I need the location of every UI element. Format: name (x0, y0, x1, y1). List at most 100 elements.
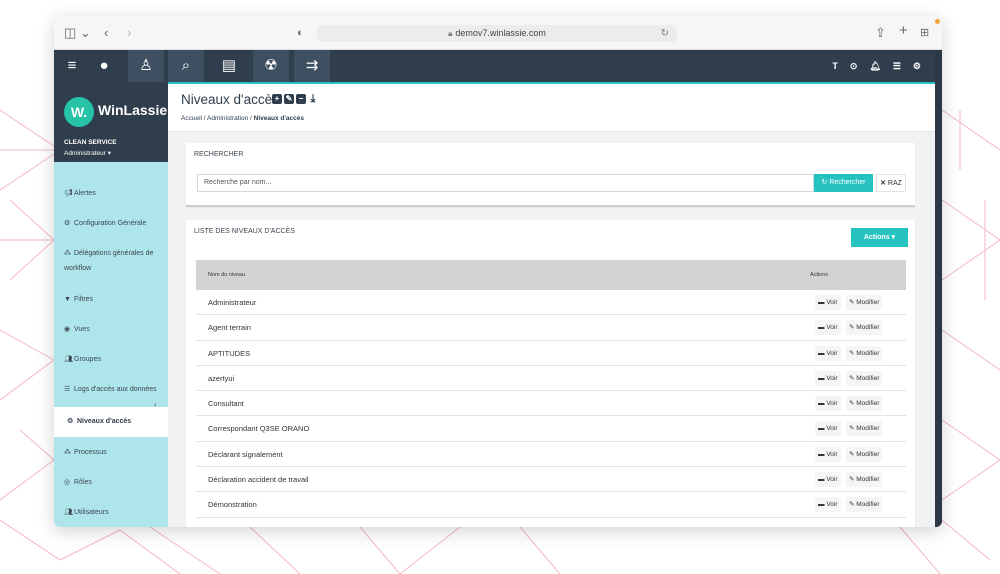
list-icon[interactable]: ☰ (893, 61, 901, 72)
edit-button[interactable]: ✎ Modifier (846, 320, 883, 336)
search-input[interactable]: Recherche par nom... (197, 174, 814, 192)
address-bar[interactable]: 🔒︎ demov7.winlassie.com ↻ (317, 25, 677, 42)
sidebar-item-roles[interactable]: ◎ Rôles (54, 475, 168, 490)
row-name: Déclaration accident de travail (208, 475, 309, 485)
view-button[interactable]: ▬ Voir (815, 472, 841, 488)
view-button[interactable]: ▬ Voir (815, 370, 841, 386)
view-button[interactable]: ▬ Voir (815, 345, 841, 361)
certificate-icon[interactable]: ▤ (211, 50, 247, 82)
sidebar-item-vues[interactable]: ◉ Vues (54, 322, 168, 337)
page-header: Niveaux d'accès + ✎ − ⤓ Accueil / Admini… (168, 84, 935, 132)
gear-icon[interactable]: ⚙ (913, 61, 921, 72)
list-panel-title: LISTE DES NIVEAUX D'ACCÈS (194, 228, 295, 235)
shield-icon[interactable]: ◐ (297, 25, 304, 41)
search-button-label: Rechercher (829, 179, 866, 186)
edit-button[interactable]: ✎ Modifier (846, 472, 883, 488)
forward-icon[interactable]: › (127, 25, 131, 41)
sidebar-item-configuration[interactable]: ⚙ Configuration Générale (54, 216, 168, 231)
workflow-icon[interactable]: ⇉ (294, 50, 330, 82)
view-button[interactable]: ▬ Voir (815, 497, 841, 513)
back-icon[interactable]: ‹ (104, 25, 108, 41)
view-button[interactable]: ▬ Voir (815, 421, 841, 437)
sidebar-item-processus[interactable]: ⁂ Processus (54, 445, 168, 460)
share-icon[interactable]: ⇪ (875, 25, 886, 41)
tab-overview-icon[interactable]: ⊞ (920, 25, 929, 41)
edit-label: Modifier (856, 324, 880, 332)
filter-icon: ▼ (64, 296, 71, 303)
user-circle-icon: ◎ (64, 479, 71, 486)
sidebar-item-label: Processus (74, 449, 107, 456)
edit-button[interactable]: ✎ Modifier (846, 446, 883, 462)
edit-button[interactable]: ✎ Modifier (846, 497, 883, 513)
reset-button[interactable]: ✕ RAZ (876, 174, 906, 192)
pencil-icon: ✎ (849, 400, 855, 408)
folder-icon: ▬ (818, 349, 825, 357)
eye-icon: ◉ (64, 326, 71, 333)
sidebar-item-logs[interactable]: ☰ Logs d'accès aux données (54, 382, 168, 397)
search-button[interactable]: ↻ Rechercher (814, 174, 873, 192)
folder-icon: ▬ (818, 324, 825, 332)
sidebar-item-label: Utilisateurs (74, 509, 109, 516)
menu-icon[interactable]: ≡ (54, 50, 90, 82)
font-icon[interactable]: T (832, 61, 838, 71)
edit-button[interactable]: ✎ Modifier (846, 370, 883, 386)
row-name: Consultant (208, 399, 244, 409)
view-label: Voir (826, 501, 838, 509)
folder-icon: ▬ (818, 476, 825, 484)
browser-toolbar: ◫ ⌄ ‹ › ◐ 🔒︎ demov7.winlassie.com ↻ ⇪ + ⊞ (54, 16, 942, 50)
sidebar-item-label: Vues (74, 326, 90, 333)
view-button[interactable]: ▬ Voir (815, 320, 841, 336)
pencil-icon: ✎ (849, 450, 855, 458)
sidebar-toggle-icon[interactable]: ◫ ⌄ (64, 25, 91, 41)
role-dropdown[interactable]: Administrateur ▾ (64, 149, 111, 157)
sidebar-item-utilisateurs[interactable]: 👥︎Utilisateurs (54, 505, 168, 520)
search-analysis-icon[interactable]: ⌕ (168, 50, 204, 82)
edit-icon[interactable]: ✎ (284, 94, 294, 104)
reload-icon[interactable]: ↻ (661, 25, 669, 42)
radiation-icon[interactable]: ☢ (253, 50, 289, 82)
remove-icon[interactable]: − (296, 94, 306, 104)
breadcrumb-section[interactable]: Administration (207, 115, 248, 122)
company-name: CLEAN SERVICE (64, 139, 117, 146)
add-icon[interactable]: + (272, 94, 282, 104)
view-button[interactable]: ▬ Voir (815, 446, 841, 462)
scrollbar[interactable] (935, 50, 942, 527)
edit-label: Modifier (856, 425, 880, 433)
actions-dropdown-button[interactable]: Actions ▾ (851, 228, 908, 247)
edit-button[interactable]: ✎ Modifier (846, 295, 883, 310)
sidebar-item-delegations[interactable]: ⁂ Délégations générales de workflow (54, 246, 162, 276)
breadcrumb-home[interactable]: Accueil (181, 115, 202, 122)
sidebar-item-groupes[interactable]: 👥︎Groupes (54, 352, 168, 367)
edit-button[interactable]: ✎ Modifier (846, 345, 883, 361)
new-tab-icon[interactable]: + (899, 23, 908, 39)
view-button[interactable]: ▬ Voir (815, 295, 841, 310)
lock-icon: 🔒︎ (448, 29, 453, 38)
view-label: Voir (826, 349, 838, 357)
user-icon[interactable]: ● (86, 50, 122, 82)
pencil-icon: ✎ (849, 476, 855, 484)
view-label: Voir (826, 324, 838, 332)
page-title: Niveaux d'accès (181, 92, 279, 107)
access-icon: ♲ (67, 418, 74, 425)
download-icon[interactable]: ⤓ (308, 94, 318, 105)
edit-button[interactable]: ✎ Modifier (846, 396, 883, 412)
row-name: Déclarant signalement (208, 449, 283, 459)
help-icon[interactable]: ⊙ (850, 61, 858, 72)
table-header: Nom du niveau Actions (196, 260, 906, 290)
bell-icon[interactable]: 🔔︎ (869, 61, 880, 72)
breadcrumb: Accueil / Administration / Niveaux d'acc… (181, 115, 304, 122)
table-row: Déclarant signalement ▬ Voir ✎ Modifier (196, 441, 906, 468)
list-icon: ☰ (64, 386, 71, 393)
sidebar-item-alertes[interactable]: 📢︎Alertes (54, 186, 168, 201)
admin-user-icon[interactable]: ♙ (128, 50, 164, 82)
sidebar-item-niveaux-acces[interactable]: ♲ Niveaux d'accès (54, 407, 168, 437)
view-label: Voir (826, 374, 838, 382)
edit-label: Modifier (856, 476, 880, 484)
sidebar-item-filtres[interactable]: ▼ Filtres (54, 292, 168, 307)
row-name: Démonstration (208, 500, 257, 510)
title-actions: + ✎ − ⤓ (272, 94, 318, 105)
edit-button[interactable]: ✎ Modifier (846, 421, 883, 437)
edit-label: Modifier (856, 299, 880, 306)
view-button[interactable]: ▬ Voir (815, 396, 841, 412)
sidebar-item-label: Niveaux d'accès (77, 418, 132, 425)
